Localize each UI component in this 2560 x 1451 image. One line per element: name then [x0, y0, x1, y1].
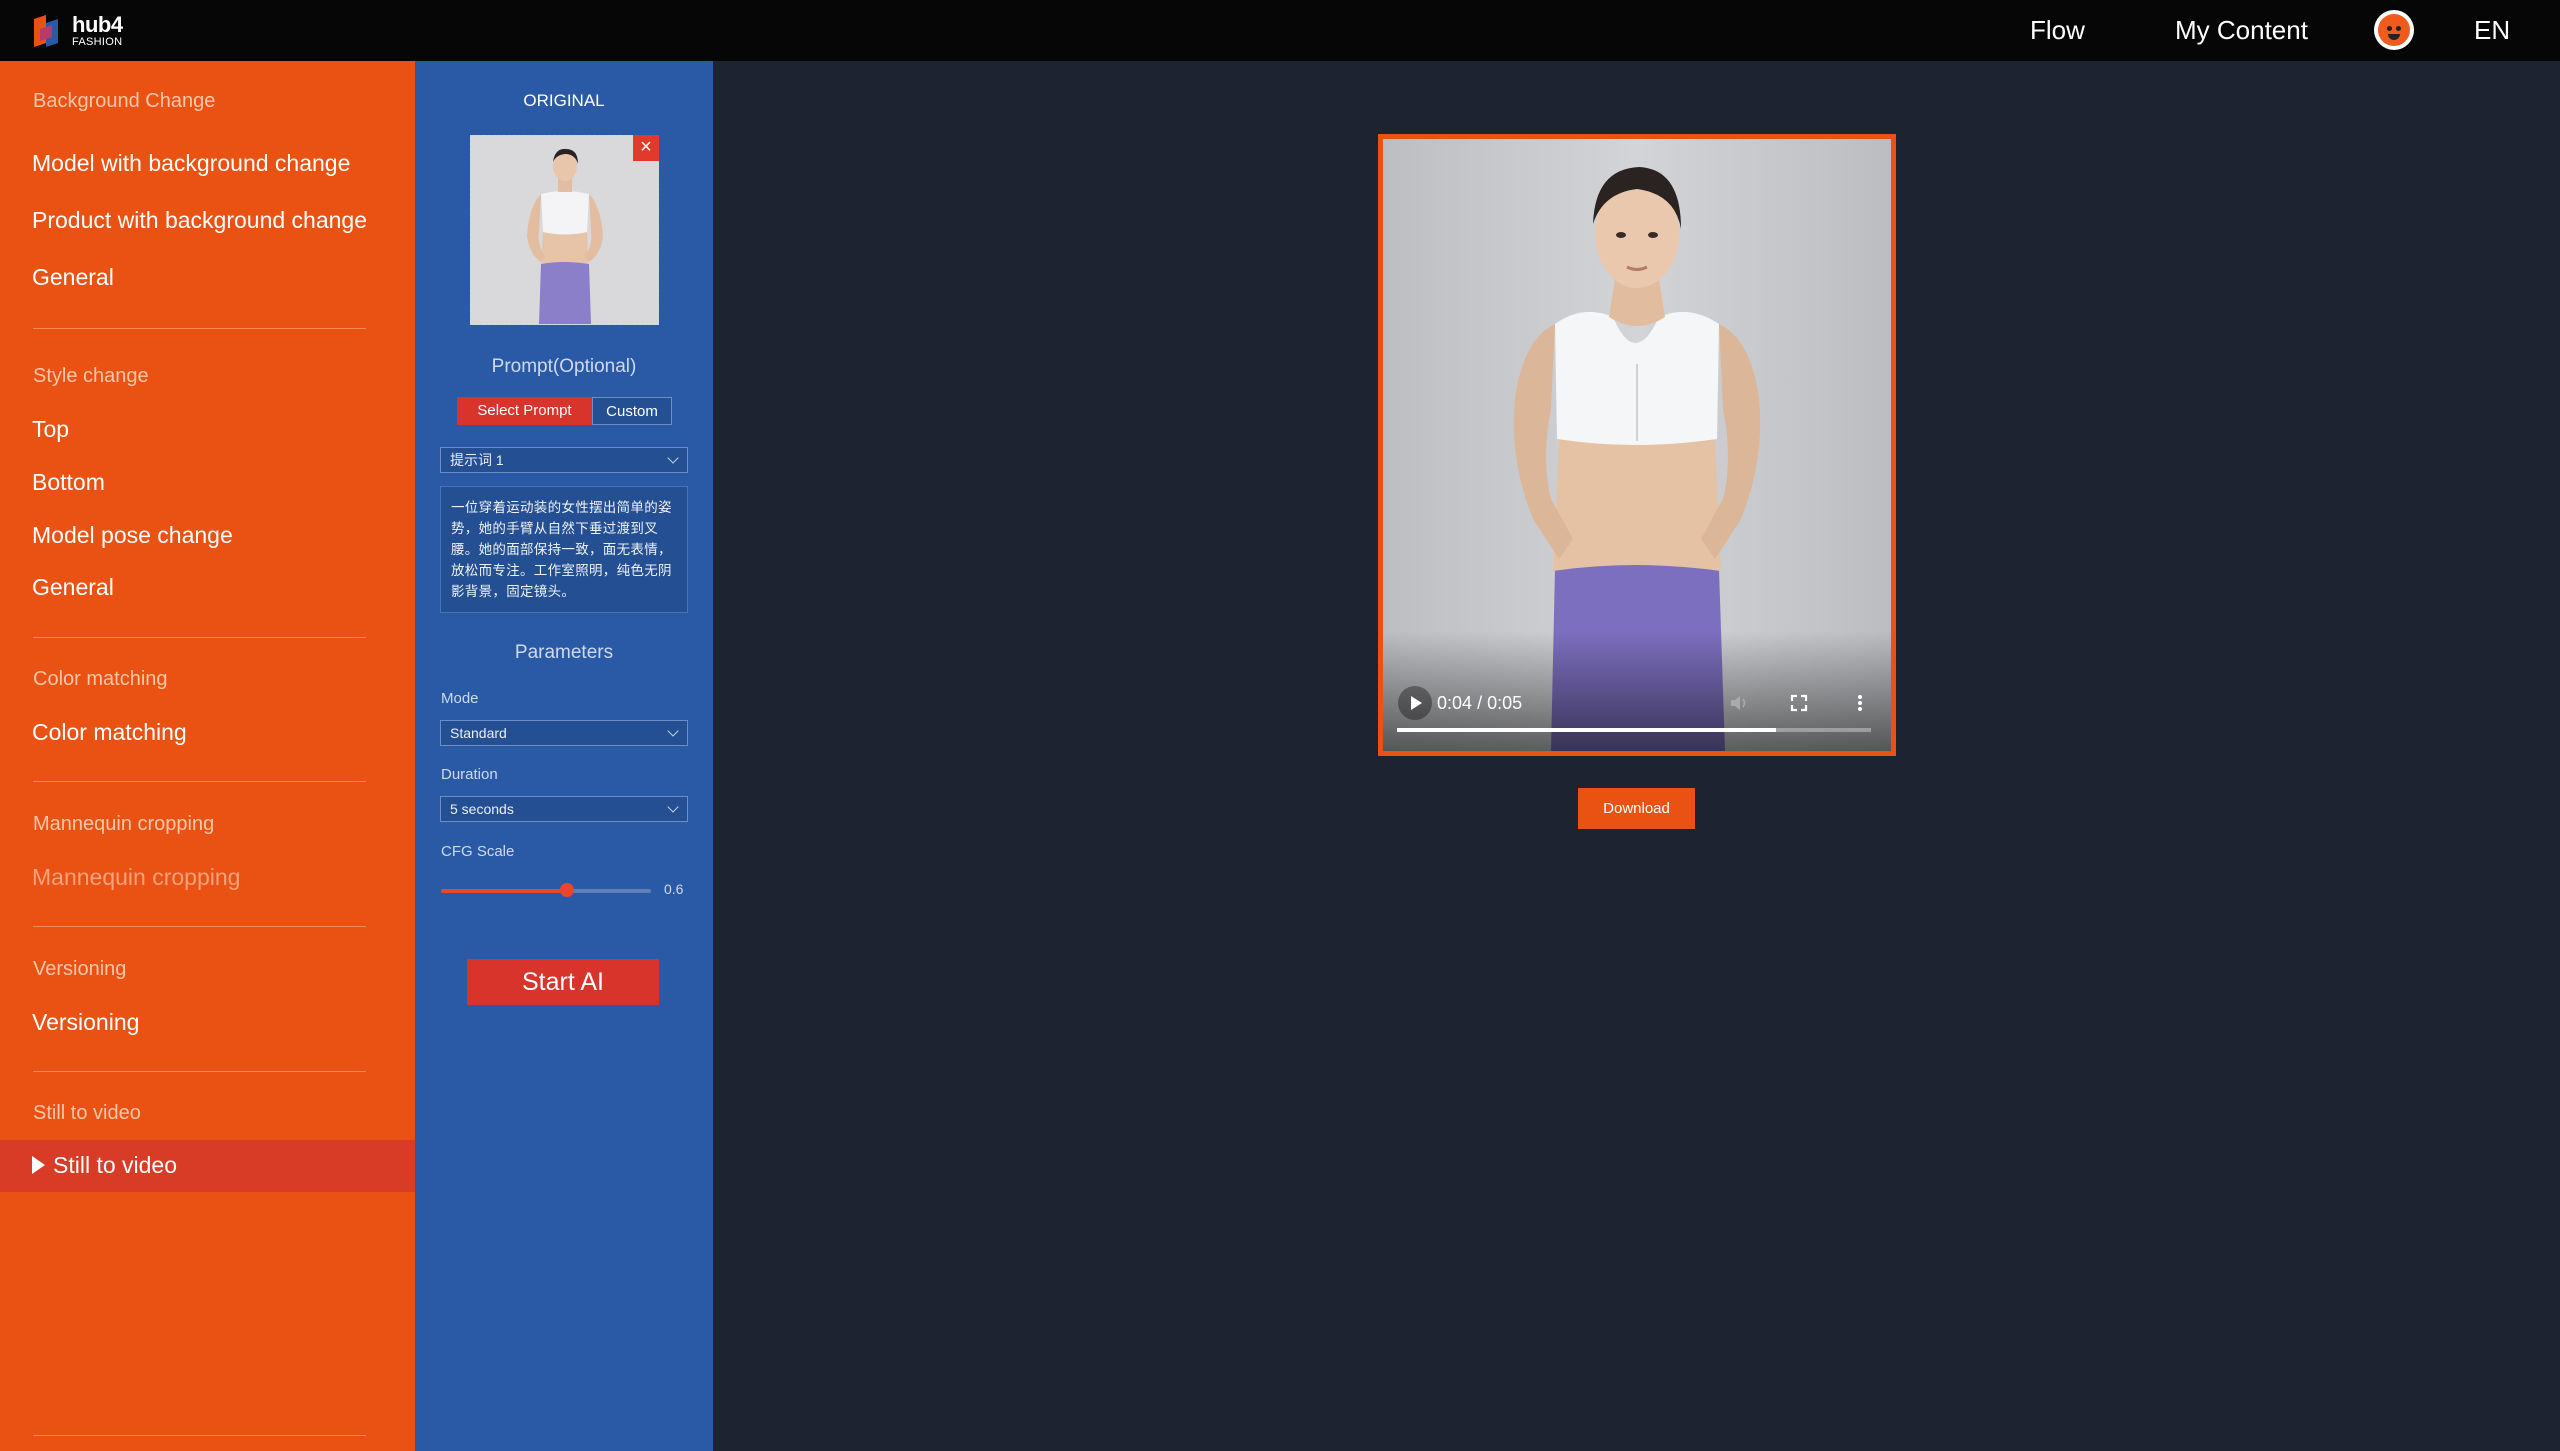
logo-line-1: hub4	[72, 12, 123, 37]
sidebar-item-mannequin-cropping: Mannequin cropping	[32, 864, 241, 890]
section-title-versioning: Versioning	[33, 958, 127, 980]
play-button[interactable]	[1398, 686, 1432, 720]
more-options-icon[interactable]	[1849, 692, 1871, 714]
main-area: 0:04 / 0:05 Download	[713, 61, 2560, 1451]
prompt-label: Prompt(Optional)	[491, 356, 637, 377]
divider	[33, 637, 366, 638]
original-label: ORIGINAL	[523, 91, 605, 110]
start-ai-button[interactable]: Start AI	[467, 959, 659, 1005]
sidebar-item-still-to-video[interactable]: Still to video	[0, 1140, 415, 1192]
prompt-select-value: 提示词 1	[450, 452, 504, 468]
section-title-color-matching: Color matching	[33, 668, 168, 690]
chevron-down-icon	[667, 725, 679, 737]
caret-right-icon	[32, 1156, 45, 1174]
tab-select-prompt[interactable]: Select Prompt	[457, 397, 592, 425]
language-switch[interactable]: EN	[2474, 15, 2510, 46]
section-title-background-change: Background Change	[33, 90, 216, 112]
nav-my-content[interactable]: My Content	[2175, 15, 2308, 46]
section-title-style-change: Style change	[33, 365, 149, 387]
logo-mark-icon	[30, 13, 66, 49]
duration-select-value: 5 seconds	[450, 801, 514, 817]
mode-label: Mode	[441, 690, 479, 707]
sidebar-item-label: Still to video	[53, 1152, 178, 1178]
divider	[33, 1071, 366, 1072]
prompt-select[interactable]: 提示词 1	[440, 447, 688, 473]
sidebar-item-versioning[interactable]: Versioning	[32, 1009, 139, 1036]
sidebar-item-color-matching[interactable]: Color matching	[32, 719, 187, 746]
logo-line-2: FASHION	[72, 36, 123, 48]
total-time: 0:05	[1487, 693, 1523, 713]
divider	[33, 328, 366, 329]
sidebar-item-style-general[interactable]: General	[32, 574, 114, 601]
control-panel: ORIGINAL × Prompt(Optional) Select Promp…	[415, 61, 713, 1451]
original-image-thumbnail[interactable]	[470, 135, 659, 325]
avatar-face-icon	[2378, 14, 2410, 46]
tab-custom[interactable]: Custom	[592, 397, 672, 425]
logo-text: hub4 FASHION	[72, 14, 123, 48]
parameters-label: Parameters	[514, 642, 614, 663]
mode-select[interactable]: Standard	[440, 720, 688, 746]
section-title-mannequin-cropping: Mannequin cropping	[33, 813, 215, 835]
video-progress-played	[1397, 728, 1777, 732]
nav-flow[interactable]: Flow	[2030, 15, 2085, 46]
duration-select[interactable]: 5 seconds	[440, 796, 688, 822]
mode-select-value: Standard	[450, 725, 507, 741]
sidebar-item-top[interactable]: Top	[32, 416, 69, 443]
sidebar-item-model-pose-change[interactable]: Model pose change	[32, 522, 233, 549]
slider-fill	[441, 889, 567, 893]
volume-icon[interactable]	[1728, 692, 1750, 714]
divider	[33, 781, 366, 782]
sidebar-item-background-general[interactable]: General	[32, 264, 114, 291]
cfg-scale-value: 0.6	[664, 881, 684, 897]
sidebar-item-model-background-change[interactable]: Model with background change	[32, 150, 350, 177]
user-avatar[interactable]	[2374, 10, 2414, 50]
sidebar: Background Change Model with background …	[0, 61, 415, 1451]
fullscreen-icon[interactable]	[1788, 692, 1810, 714]
section-title-still-to-video: Still to video	[33, 1102, 141, 1124]
video-player[interactable]: 0:04 / 0:05	[1378, 134, 1896, 756]
sidebar-item-bottom[interactable]: Bottom	[32, 469, 105, 496]
video-progress-bar[interactable]	[1397, 728, 1871, 732]
chevron-down-icon	[667, 452, 679, 464]
chevron-down-icon	[667, 801, 679, 813]
prompt-textarea[interactable]: 一位穿着运动装的女性摆出简单的姿势，她的手臂从自然下垂过渡到叉腰。她的面部保持一…	[440, 486, 688, 613]
top-bar: hub4 FASHION Flow My Content EN	[0, 0, 2560, 61]
video-controls: 0:04 / 0:05	[1383, 631, 1891, 751]
divider	[33, 926, 366, 927]
time-separator: /	[1477, 693, 1483, 713]
model-photo-thumbnail	[471, 136, 658, 324]
video-time: 0:04 / 0:05	[1437, 693, 1522, 714]
current-time: 0:04	[1437, 693, 1473, 713]
remove-image-button[interactable]: ×	[633, 135, 659, 161]
brand-logo[interactable]: hub4 FASHION	[30, 12, 123, 50]
sidebar-item-product-background-change[interactable]: Product with background change	[32, 207, 367, 234]
cfg-scale-label: CFG Scale	[441, 843, 515, 860]
divider	[33, 1435, 366, 1436]
cfg-scale-slider[interactable]	[441, 883, 651, 897]
download-button[interactable]: Download	[1578, 788, 1695, 829]
duration-label: Duration	[441, 766, 498, 783]
slider-handle[interactable]	[560, 883, 574, 897]
